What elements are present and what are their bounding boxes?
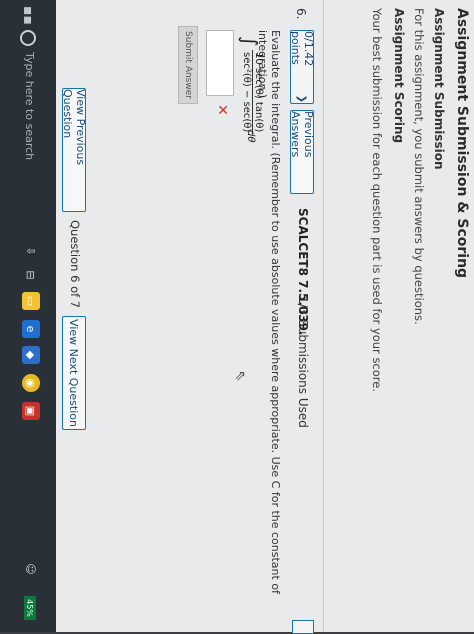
incorrect-icon: ✕ [214, 104, 230, 116]
integrand-denominator: sec²(θ) − sec(θ) [241, 52, 252, 133]
answer-input[interactable] [206, 30, 234, 96]
microphone-icon[interactable]: ⇩ [22, 242, 40, 260]
windows-start-icon[interactable]: ▪▪ [20, 6, 36, 25]
app-icon[interactable]: ▣ [22, 402, 40, 420]
submission-text: For this assignment, you submit answers … [412, 8, 426, 325]
task-view-icon[interactable]: ⊟ [22, 266, 40, 284]
taskbar: ▪▪ Type here to search ⇩ ⊟ ▭ e ◆ ◉ ▣ ☺ 4… [0, 0, 56, 632]
view-previous-question-button[interactable]: View Previous Question [61, 88, 87, 212]
chrome-icon[interactable]: ◉ [22, 374, 40, 392]
submissions-used: 1/3 Submissions Used [296, 296, 310, 428]
previous-answers-button[interactable]: Previous Answers [289, 110, 315, 194]
edge-browser-icon[interactable]: e [22, 320, 40, 338]
scoring-text: Your best submission for each question p… [370, 8, 384, 392]
view-next-question-button[interactable]: View Next Question [62, 316, 86, 430]
battery-indicator[interactable]: 45% [24, 596, 36, 620]
integrand-fraction: 10 sec(θ) tan(θ) sec²(θ) − sec(θ) [241, 50, 264, 135]
rotated-screen: Assignment Submission & Scoring Assignme… [0, 0, 474, 634]
person-icon[interactable]: ☺ [22, 560, 40, 578]
integrand-numerator: 10 sec(θ) tan(θ) [252, 50, 264, 135]
divider [323, 0, 324, 632]
page-title: Assignment Submission & Scoring [454, 8, 470, 279]
points-label: 0/1.42 points [289, 31, 315, 67]
integral-sign: ∫ [238, 36, 262, 47]
search-icon[interactable] [20, 30, 36, 46]
mouse-cursor-icon: ⇖ [232, 370, 248, 382]
file-explorer-icon[interactable]: ▭ [22, 292, 40, 310]
chevron-down-icon: ❯ [296, 94, 308, 103]
store-icon[interactable]: ◆ [22, 346, 40, 364]
submission-heading: Assignment Submission [432, 8, 446, 170]
question-number: 6. [294, 8, 308, 20]
points-dropdown[interactable]: 0/1.42 points ❯ [289, 30, 315, 104]
integrand-differential: dθ [245, 130, 256, 143]
assignment-page: Assignment Submission & Scoring Assignme… [56, 0, 474, 634]
scoring-heading: Assignment Scoring [392, 8, 406, 144]
taskbar-search[interactable]: Type here to search [23, 52, 36, 160]
question-position: Question 6 of 7 [68, 220, 82, 309]
submit-answer-button[interactable]: Submit Answer [178, 26, 198, 104]
